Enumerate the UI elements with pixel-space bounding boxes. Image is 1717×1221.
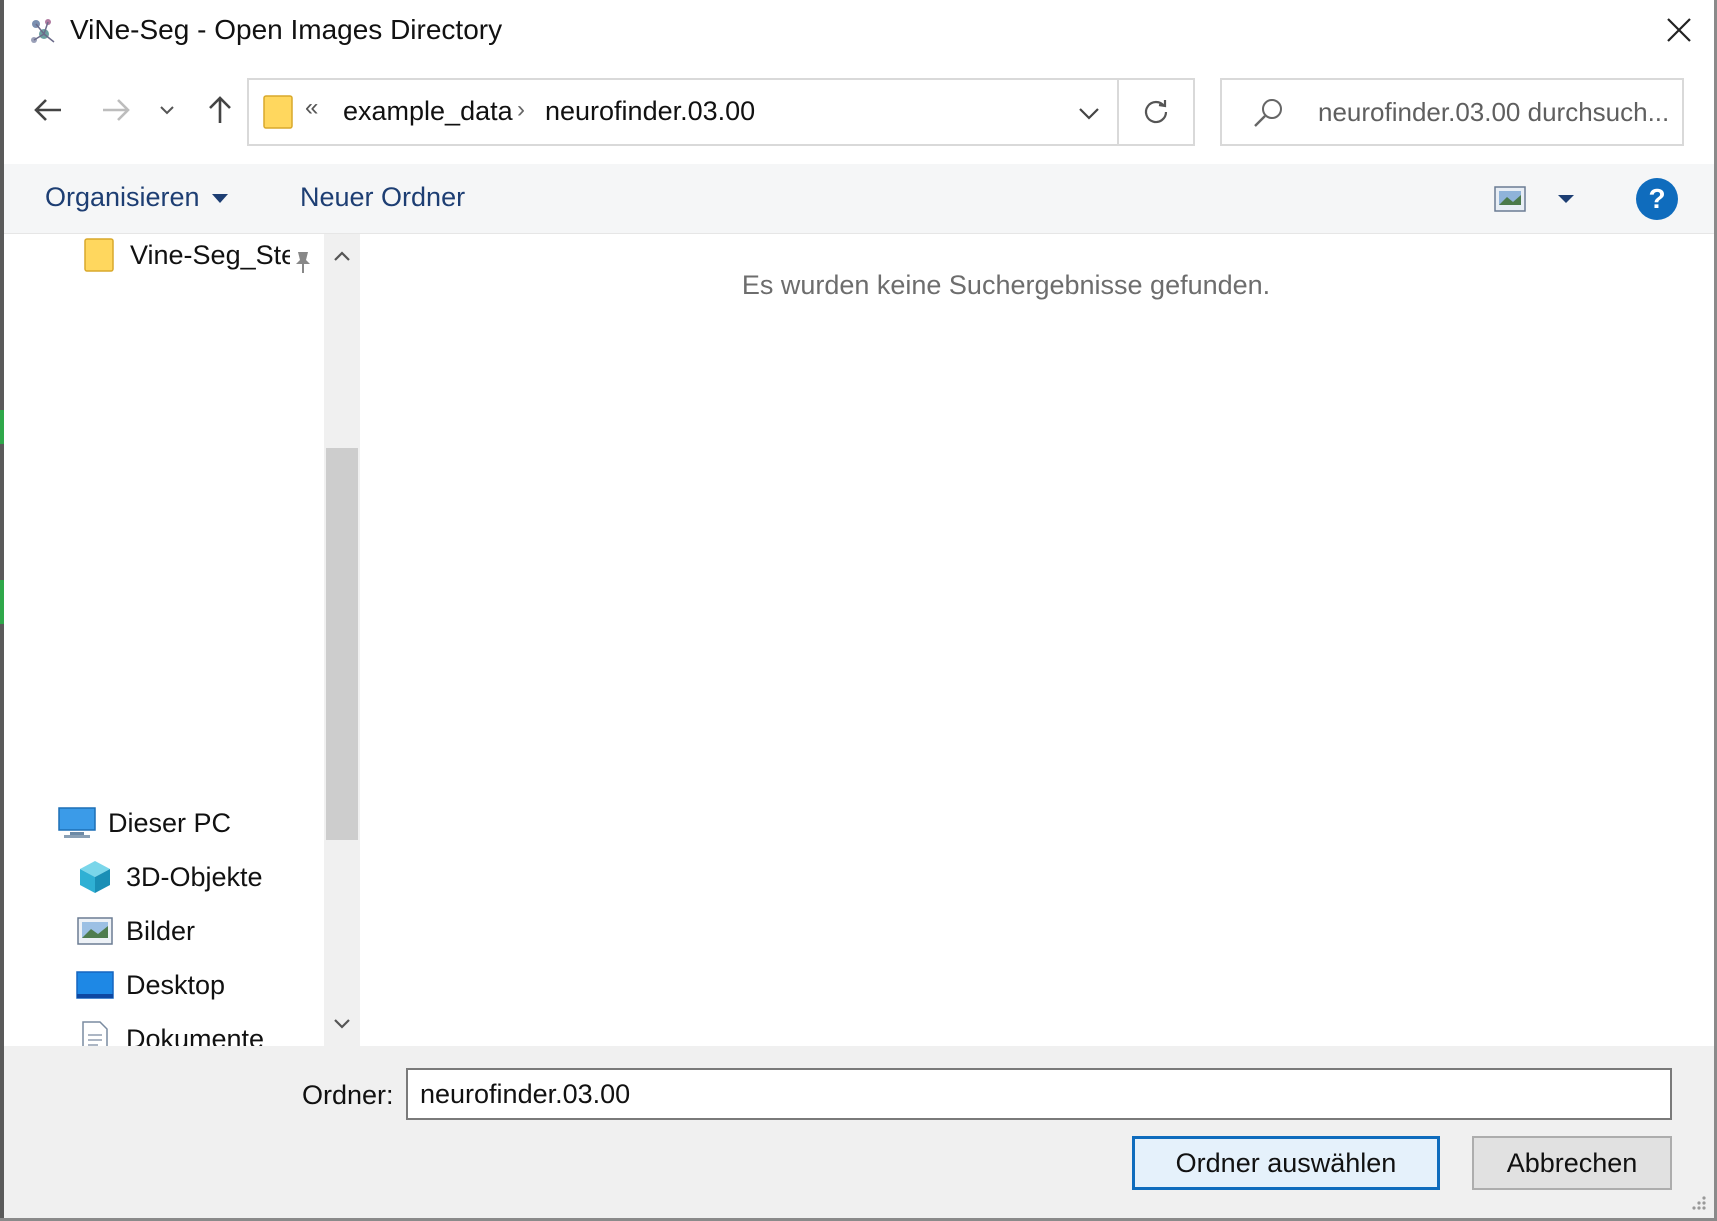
desktop-icon: [76, 968, 114, 1002]
search-box[interactable]: neurofinder.03.00 durchsuch...: [1220, 78, 1684, 146]
scroll-thumb[interactable]: [326, 448, 358, 840]
sidebar-item-label: Bilder: [126, 915, 196, 946]
scroll-up-button[interactable]: [324, 234, 360, 278]
dialog-footer: Ordner: Ordner auswählen Abbrechen: [4, 1046, 1714, 1218]
close-button[interactable]: [1654, 6, 1704, 54]
caret-down-icon: [211, 194, 228, 204]
resize-grip-icon[interactable]: [1688, 1192, 1708, 1212]
sidebar-item-desktop[interactable]: Desktop: [76, 968, 225, 1002]
3d-objects-icon: [76, 860, 114, 894]
chevron-up-icon: [334, 251, 350, 261]
arrow-left-icon: [34, 99, 61, 121]
sidebar-item-label: Dieser PC: [108, 807, 232, 838]
address-bar[interactable]: « example_data › neurofinder.03.00: [247, 78, 1119, 146]
command-bar: Organisieren Neuer Ordner ?: [4, 164, 1714, 234]
folder-icon: [80, 238, 118, 272]
caret-down-icon: [1558, 195, 1574, 203]
scroll-down-button[interactable]: [324, 1002, 360, 1046]
up-button[interactable]: [198, 88, 242, 132]
view-mode-button[interactable]: [1494, 178, 1604, 220]
organize-menu[interactable]: Organisieren: [45, 182, 228, 213]
pictures-icon: [76, 914, 114, 948]
chevron-down-icon: [1079, 108, 1099, 120]
help-button[interactable]: ?: [1636, 178, 1678, 220]
refresh-button[interactable]: [1119, 78, 1195, 146]
select-folder-button[interactable]: Ordner auswählen: [1132, 1136, 1440, 1190]
vineseg-app-icon: [31, 19, 55, 43]
close-icon: [1667, 18, 1691, 42]
pin-icon: [296, 252, 310, 273]
back-button[interactable]: [26, 88, 70, 132]
window-title: ViNe-Seg - Open Images Directory: [70, 14, 503, 45]
documents-icon: [76, 1021, 114, 1046]
search-icon: [1254, 99, 1282, 127]
recent-locations-button[interactable]: [152, 88, 182, 132]
organize-label: Organisieren: [45, 182, 200, 212]
forward-button[interactable]: [94, 88, 138, 132]
sidebar-item-label: 3D-Objekte: [126, 861, 263, 892]
search-placeholder: neurofinder.03.00 durchsuch...: [1318, 97, 1670, 127]
folder-icon: [263, 95, 293, 129]
folder-name-input[interactable]: [406, 1068, 1672, 1120]
folder-label: Ordner:: [302, 1080, 394, 1110]
sidebar-item-this-pc[interactable]: Dieser PC: [58, 806, 231, 840]
sidebar-item-3d-objects[interactable]: 3D-Objekte: [76, 860, 263, 894]
chevron-down-icon: [160, 106, 174, 115]
open-directory-dialog: ViNe-Seg - Open Images Directory « examp…: [0, 0, 1717, 1221]
new-folder-button[interactable]: Neuer Ordner: [300, 182, 465, 213]
view-mode-icon: [1494, 186, 1526, 212]
navigation-pane: Vine-Seg_Ste| Dieser PC 3D-Objekte Bilde…: [4, 234, 324, 1046]
navigation-row: « example_data › neurofinder.03.00 neuro…: [4, 62, 1714, 164]
sidebar-item-label: Dokumente: [126, 1023, 265, 1047]
navigation-scrollbar[interactable]: [324, 234, 360, 1046]
arrow-up-icon: [209, 96, 231, 123]
cancel-button[interactable]: Abbrechen: [1472, 1136, 1672, 1190]
address-history-dropdown[interactable]: [1069, 94, 1109, 132]
sidebar-item-documents[interactable]: Dokumente: [76, 1021, 265, 1047]
breadcrumb-separator[interactable]: ›: [517, 96, 525, 124]
breadcrumb-overflow[interactable]: «: [305, 94, 318, 122]
computer-icon: [58, 806, 96, 840]
chevron-down-icon: [334, 1019, 350, 1029]
sidebar-item-vine-seg[interactable]: Vine-Seg_Ste|: [80, 238, 290, 272]
breadcrumb-neurofinder[interactable]: neurofinder.03.00: [545, 96, 755, 127]
arrow-right-icon: [103, 99, 130, 121]
empty-results-message: Es wurden keine Suchergebnisse gefunden.: [741, 270, 1271, 300]
refresh-icon: [1144, 100, 1168, 124]
file-list-area[interactable]: Es wurden keine Suchergebnisse gefunden.: [362, 234, 1714, 1046]
sidebar-item-label: Vine-Seg_Ste|: [130, 239, 290, 270]
title-bar: ViNe-Seg - Open Images Directory: [4, 0, 1714, 62]
sidebar-item-label: Desktop: [126, 969, 226, 1000]
sidebar-item-pictures[interactable]: Bilder: [76, 914, 195, 948]
breadcrumb-example-data[interactable]: example_data: [343, 96, 513, 127]
